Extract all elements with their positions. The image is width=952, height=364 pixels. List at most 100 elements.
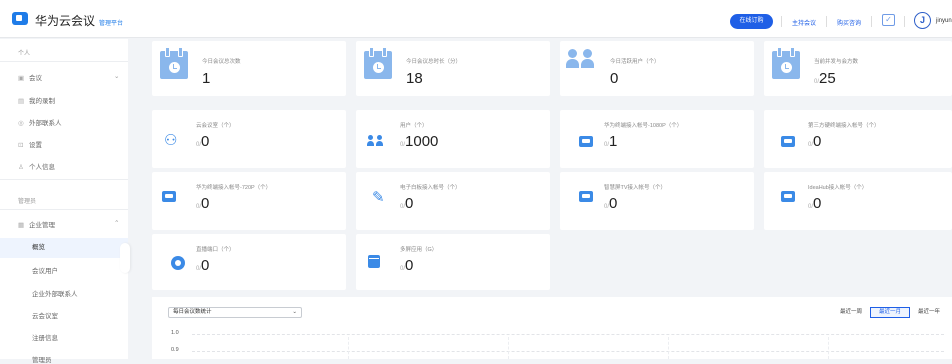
divider [0,179,128,180]
sidebar-item-registration[interactable]: 注册信息 [32,332,58,342]
sidebar-item-label: 个人信息 [29,164,55,171]
app-logo-icon[interactable] [12,12,28,25]
sidebar: 个人 ▣ 会议 ⌄ ▤ 我的录制 ◎ 外部联系人 ⊡ 设置 ♙ 个人信息 管理员 ▦ 企业管理… [0,39,128,364]
stat-label: IdeaHub接入帐号（个） [808,185,868,191]
stat-label: 第三方硬终端接入帐号（个） [808,123,880,129]
stat-value: 0/0 [604,195,618,212]
app-title[interactable]: 华为云会议 管理平台 [35,12,123,29]
stat-label: 电子白板接入帐号（个） [400,185,461,191]
stat-card-smart-tv: 智慧屏TV接入帐号（个） 0/0 [560,172,754,230]
sidebar-item-overview[interactable]: 概览 [0,238,128,258]
stat-card-today-count: 今日会议总次数 1 [152,41,346,96]
sidebar-item-recordings[interactable]: ▤ 我的录制 [18,95,55,105]
pen-icon: ✎ [372,189,385,206]
stat-value: 0 [610,70,619,87]
stat-card-concurrent: 当前并发与会方数 0/25 [764,41,952,96]
stat-value: 0/0 [196,257,210,274]
stat-value: 0/25 [814,70,836,87]
stat-value: 0/0 [400,257,414,274]
sidebar-item-enterprise[interactable]: ▦ 企业管理 ⌃ [18,219,119,229]
range-week-button[interactable]: 最近一周 [835,307,867,318]
terminal-icon [579,191,593,202]
meeting-icon: ▣ [18,75,25,82]
stat-label: 用户（个） [400,123,428,129]
stat-label: 直播端口（个） [196,247,235,253]
y-tick-label: 0.9 [171,347,179,353]
stat-value: 0/0 [808,195,822,212]
collapse-handle[interactable] [120,243,130,273]
chevron-down-icon: ⌄ [292,309,297,315]
sidebar-item-label: 企业管理 [29,222,55,229]
grid-line [508,337,509,359]
sidebar-item-admins[interactable]: 管理员 [32,354,52,364]
divider [904,16,905,27]
stat-card-hw-720p: 华为终端接入帐号-720P（个） 0/0 [152,172,346,230]
user-name[interactable]: jinyun [936,18,952,24]
range-month-button[interactable]: 最近一月 [870,307,910,318]
grid-line [192,351,944,352]
app-subtitle: 管理平台 [99,21,124,27]
stat-card-today-duration: 今日会议总时长（分） 18 [356,41,550,96]
stat-label: 今日会议总次数 [202,59,241,65]
stat-value: 0/1 [604,133,618,150]
stat-label: 今日活跃用户（个） [610,59,660,65]
stat-label: 华为终端接入帐号-720P（个） [196,185,272,191]
stat-label: 智慧屏TV接入帐号（个） [604,185,667,191]
divider [0,61,128,62]
calendar-clock-icon [772,47,800,79]
stat-card-users: 用户（个） 0/1000 [356,110,550,168]
top-bar: 华为云会议 管理平台 在线订购 主持会议 购买咨询 ✓ J jinyun [0,0,952,38]
sidebar-item-profile[interactable]: ♙ 个人信息 [18,161,55,171]
settings-icon: ⊡ [18,142,24,149]
host-meeting-link[interactable]: 主持会议 [792,18,816,27]
divider [871,16,872,27]
grid-line [828,337,829,359]
contacts-icon: ◎ [18,120,24,127]
buy-online-button[interactable]: 在线订购 [730,14,773,29]
terminal-icon [781,136,795,147]
calendar-clock-icon [364,47,392,79]
stat-label: 云会议室（个） [196,123,235,129]
sidebar-item-enterprise-contacts[interactable]: 企业外部联系人 [32,288,78,298]
calendar-clock-icon [160,47,188,79]
divider [781,16,782,27]
select-value: 每日会议数统计 [173,309,212,315]
stat-card-today-active: 今日活跃用户（个） 0 [560,41,754,96]
stat-card-whiteboard: ✎ 电子白板接入帐号（个） 0/0 [356,172,550,230]
app-name: 华为云会议 [35,14,96,28]
sidebar-item-label: 会议 [29,75,42,82]
stat-label: 华为终端接入帐号-1080P（个） [604,123,683,129]
chevron-down-icon: ⌄ [114,73,120,80]
terminal-icon [162,191,176,202]
sidebar-item-meeting-users[interactable]: 会议用户 [32,265,58,275]
terminal-icon [781,191,795,202]
range-year-button[interactable]: 最近一年 [912,307,946,318]
stat-value: 0/0 [196,133,210,150]
sidebar-item-external-contacts[interactable]: ◎ 外部联系人 [18,117,62,127]
stat-card-cloud-room: ⚇ 云会议室（个） 0/0 [152,110,346,168]
users-icon [367,135,385,147]
stat-value: 0/0 [196,195,210,212]
divider [0,209,128,210]
stat-value: 0/1000 [400,133,439,150]
calendar-icon[interactable]: ✓ [882,14,895,26]
sidebar-item-settings[interactable]: ⊡ 设置 [18,139,42,149]
user-icon: ♙ [18,164,24,171]
avatar[interactable]: J [914,12,931,29]
y-tick-label: 1.0 [171,330,179,336]
sidebar-item-label: 外部联系人 [29,120,62,127]
stat-card-third-party: 第三方硬终端接入帐号（个） 0/0 [764,110,952,168]
stat-card-hw-1080p: 华为终端接入帐号-1080P（个） 0/1 [560,110,754,168]
sidebar-item-label: 我的录制 [29,98,55,105]
purchase-consult-link[interactable]: 购买咨询 [837,18,861,27]
stat-value: 0/0 [400,195,414,212]
sidebar-item-label: 设置 [29,142,42,149]
grid-line [668,337,669,359]
stat-value: 1 [202,70,211,87]
stat-card-ideahub: IdeaHub接入帐号（个） 0/0 [764,172,952,230]
sidebar-item-cloud-rooms[interactable]: 云会议室 [32,310,58,320]
sidebar-item-meeting[interactable]: ▣ 会议 ⌄ [18,72,119,82]
section-admin: 管理员 [18,199,37,205]
chevron-up-icon: ⌃ [114,220,120,227]
stat-type-select[interactable]: 每日会议数统计 ⌄ [168,307,302,318]
